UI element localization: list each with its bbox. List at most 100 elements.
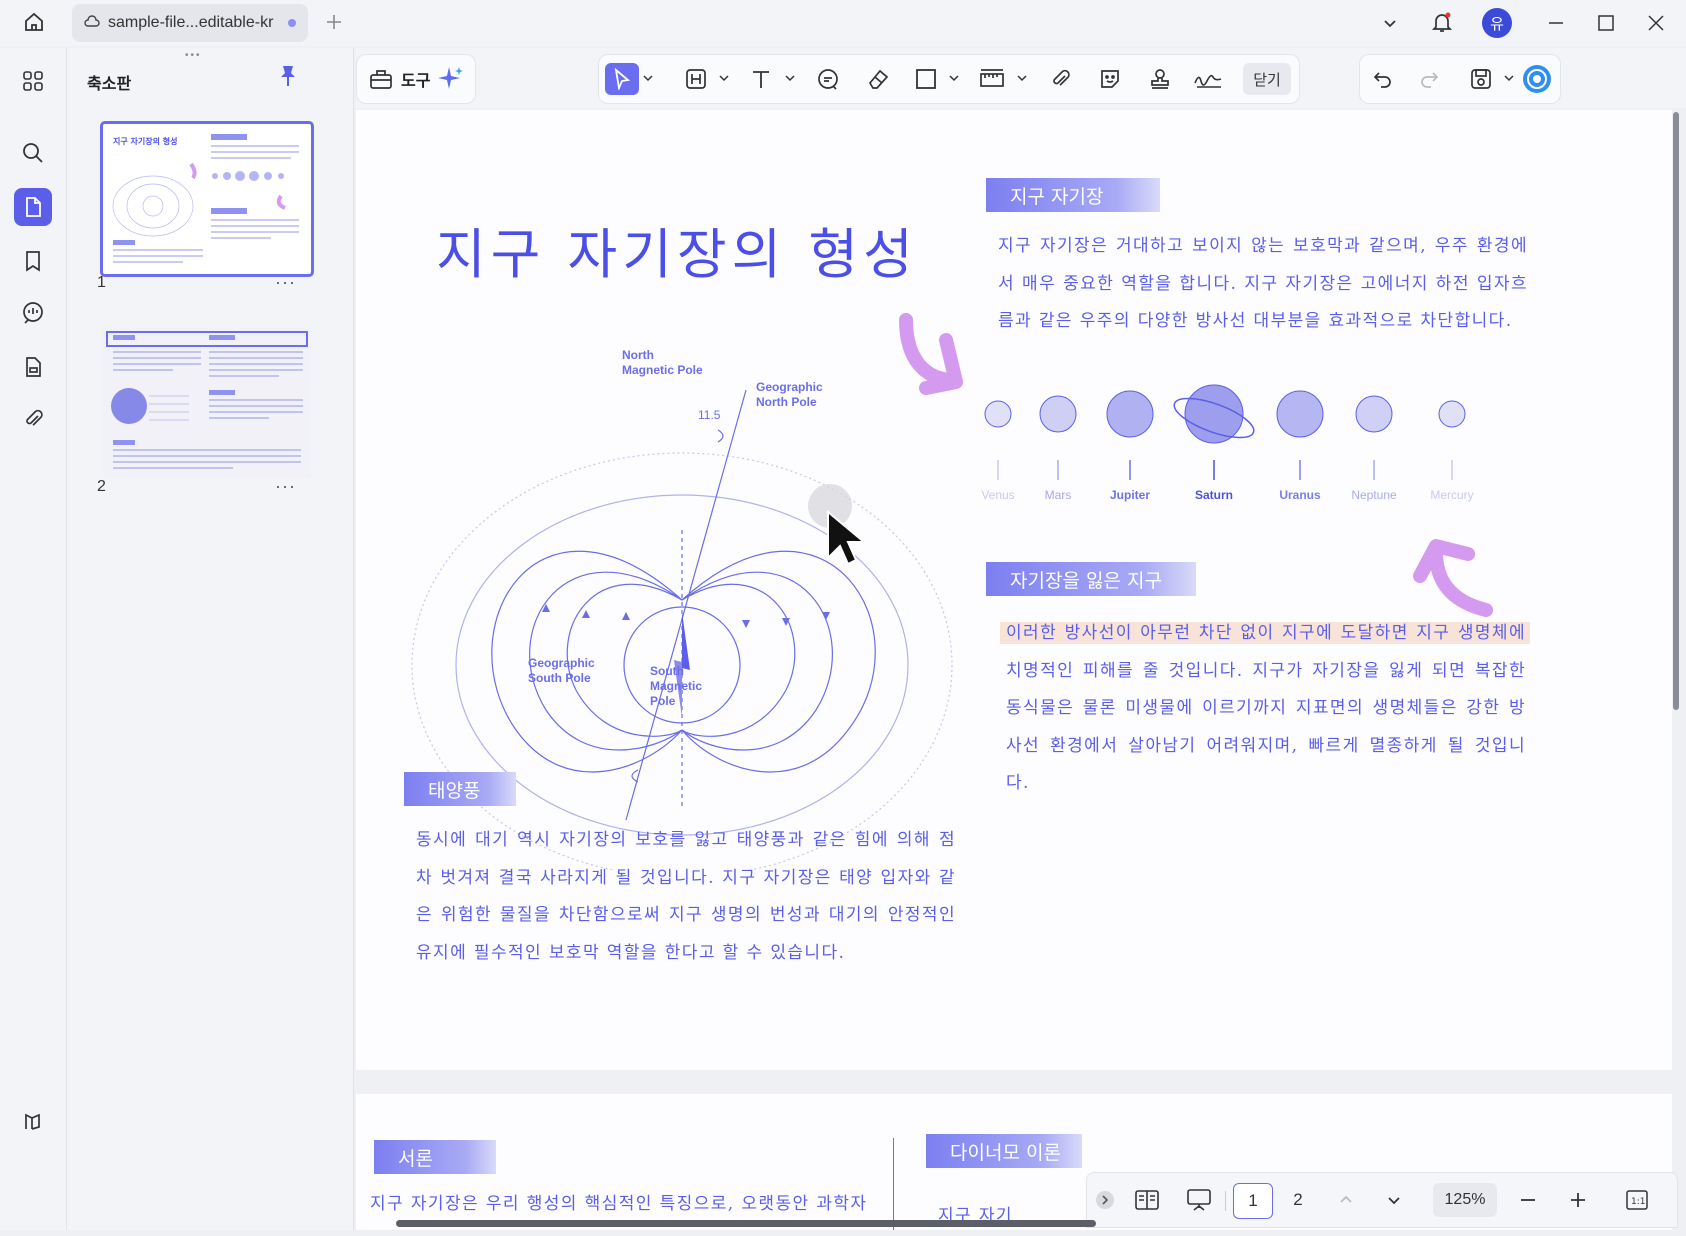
paragraph-earth-field: 지구 자기장은 거대하고 보이지 않는 보호막과 같으며, 우주 환경에서 매우…	[998, 236, 1528, 331]
stamp-tool-icon[interactable]	[1143, 63, 1177, 95]
attachment-icon[interactable]	[14, 400, 52, 438]
thumbnail-more-icon[interactable]: ···	[275, 272, 296, 293]
page-1-button[interactable]: 1	[1233, 1183, 1273, 1219]
unsaved-dot-icon	[288, 19, 296, 27]
chevron-down-icon[interactable]	[719, 73, 729, 83]
chevron-down-icon[interactable]	[1374, 7, 1406, 39]
minimize-icon[interactable]	[1540, 7, 1572, 39]
drag-handle-icon[interactable]: •••	[185, 50, 202, 61]
redo-icon[interactable]	[1412, 63, 1446, 95]
paragraph-solar-wind: 동시에 대기 역시 자기장의 보호를 잃고 태양풍과 같은 힘에 의해 점차 벗…	[416, 830, 956, 963]
planet-graphics	[984, 384, 1466, 480]
page-thumbnail-2[interactable]	[103, 328, 311, 478]
planet-saturn	[1184, 384, 1244, 444]
svg-text:1:1: 1:1	[1631, 1197, 1645, 1207]
nav-divider	[1225, 1191, 1226, 1211]
chevron-down-icon[interactable]	[785, 73, 795, 83]
thumbnail-number: 1	[97, 274, 106, 291]
document-page-1: 지구 자기장의 형성 North Magnetic Pole Geographi…	[356, 110, 1672, 1070]
collapse-nav-icon[interactable]	[1093, 1183, 1117, 1217]
tilt-angle-label: 11.5	[698, 408, 721, 422]
sticker-tool-icon[interactable]	[1093, 63, 1127, 95]
thumbnail-number: 2	[97, 478, 106, 495]
tools-label: 도구	[401, 73, 431, 90]
new-tab-icon[interactable]	[318, 6, 350, 38]
mouse-cursor-icon	[808, 484, 867, 566]
page-2-button[interactable]: 2	[1279, 1183, 1317, 1217]
planet-row: Venus Mars Jupiter Saturn Uranus Neptune Mercu…	[956, 380, 1496, 510]
curved-arrow-icon	[1413, 539, 1493, 617]
page-title: 지구 자기장의 형성	[436, 223, 918, 286]
planet-venus	[984, 400, 1012, 428]
ai-assistant-icon[interactable]	[1520, 63, 1554, 95]
tools-button[interactable]: 도구	[369, 67, 430, 91]
page-thumbnail-1[interactable]: 지구 자기장의 형성	[100, 121, 314, 277]
comment-tool-icon[interactable]	[811, 63, 845, 95]
section-label-dynamo: 다이너모 이론	[926, 1134, 1082, 1168]
apps-icon[interactable]	[14, 62, 52, 100]
vertical-scrollbar[interactable]	[1673, 112, 1679, 710]
home-icon[interactable]	[18, 6, 50, 38]
horizontal-scrollbar[interactable]	[396, 1220, 1096, 1227]
ai-sparkle-icon[interactable]	[437, 65, 465, 98]
section-label-earth-field: 지구 자기장	[986, 178, 1160, 212]
chevron-down-icon[interactable]	[1017, 73, 1027, 83]
planet-label-neptune: Neptune	[1351, 488, 1397, 502]
eraser-tool-icon[interactable]	[861, 63, 895, 95]
annotation-tools-group: 닫기	[598, 54, 1300, 104]
north-magnetic-pole-label: North Magnetic Pole	[622, 348, 703, 377]
close-toolbar-button[interactable]: 닫기	[1243, 63, 1291, 95]
chevron-down-icon[interactable]	[1504, 73, 1514, 83]
signature-tool-icon[interactable]	[1191, 63, 1225, 95]
comment-icon[interactable]	[14, 294, 52, 332]
page-thumbnails-icon[interactable]	[14, 188, 52, 226]
plugins-icon[interactable]	[14, 1102, 52, 1140]
text-tool-icon[interactable]	[745, 63, 779, 95]
tools-group: 도구	[356, 54, 476, 104]
geographic-south-pole-label: Geographic South Pole	[528, 656, 595, 685]
maximize-icon[interactable]	[1590, 7, 1622, 39]
chevron-down-icon[interactable]	[643, 73, 653, 83]
cloud-icon	[84, 14, 100, 33]
section-label-lost-field: 자기장을 잃은 지구	[986, 562, 1196, 596]
pin-icon[interactable]	[277, 64, 299, 93]
planet-uranus	[1276, 390, 1324, 438]
bookmark-icon[interactable]	[14, 242, 52, 280]
measure-tool-icon[interactable]	[975, 63, 1009, 95]
attach-tool-icon[interactable]	[1043, 63, 1077, 95]
shape-tool-icon[interactable]	[909, 63, 943, 95]
section-label-solar-wind: 태양풍	[404, 772, 516, 806]
panel-title: 축소판	[87, 76, 132, 93]
tab-title: sample-file...editable-kr	[108, 14, 274, 31]
close-window-icon[interactable]	[1640, 7, 1672, 39]
chevron-up-icon[interactable]	[1329, 1183, 1363, 1217]
chevron-down-icon[interactable]	[949, 73, 959, 83]
page-layout-icon[interactable]	[1127, 1183, 1167, 1217]
document-tab[interactable]: sample-file...editable-kr	[72, 4, 308, 42]
planet-jupiter	[1106, 390, 1154, 438]
planet-label-saturn: Saturn	[1194, 488, 1233, 502]
select-tool-icon[interactable]	[605, 63, 639, 95]
form-icon[interactable]	[14, 348, 52, 386]
thumbnail-more-icon[interactable]: ···	[275, 476, 296, 497]
planet-mercury	[1438, 400, 1466, 428]
search-icon[interactable]	[14, 134, 52, 172]
save-icon[interactable]	[1464, 63, 1498, 95]
svg-text:지구 자기장의 형성: 지구 자기장의 형성	[113, 136, 177, 146]
actual-size-icon[interactable]: 1:1	[1617, 1183, 1657, 1217]
zoom-in-icon[interactable]	[1561, 1183, 1595, 1217]
zoom-level[interactable]: 125%	[1433, 1183, 1497, 1217]
chevron-down-icon[interactable]	[1377, 1183, 1411, 1217]
highlight-tool-icon[interactable]	[679, 63, 713, 95]
zoom-out-icon[interactable]	[1511, 1183, 1545, 1217]
column-divider	[893, 1138, 894, 1230]
thumbnail-panel: ••• 축소판 지구 자기장의 형성 1 ··· 2 ···	[67, 48, 354, 1230]
history-group	[1359, 54, 1561, 104]
section-label-intro: 서론	[374, 1140, 496, 1174]
bell-icon[interactable]	[1426, 6, 1458, 38]
avatar[interactable]: 유	[1482, 8, 1512, 38]
paragraph-lost-field: 이러한 방사선이 아무런 차단 없이 지구에 도달하면 지구 생명체에 치명적인…	[1006, 623, 1526, 793]
presentation-icon[interactable]	[1179, 1183, 1219, 1217]
undo-icon[interactable]	[1366, 63, 1400, 95]
planet-label-jupiter: Jupiter	[1109, 488, 1150, 502]
